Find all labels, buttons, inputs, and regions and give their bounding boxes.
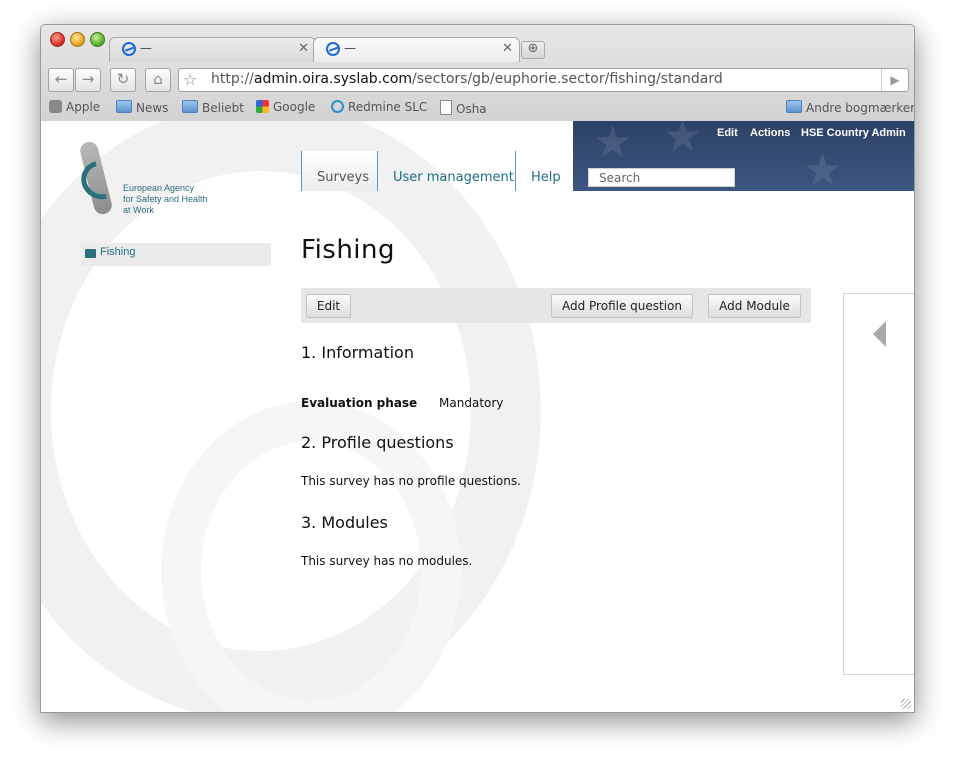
reload-button[interactable]: ↻: [110, 68, 136, 92]
home-icon: ⌂: [153, 70, 163, 88]
zoom-window-button[interactable]: [90, 32, 105, 47]
close-window-button[interactable]: [50, 32, 65, 47]
address-bar[interactable]: ☆ http://admin.oira.syslab.com/sectors/g…: [178, 68, 909, 92]
reload-icon: ↻: [116, 70, 130, 88]
forward-arrow-icon: →: [81, 70, 95, 88]
star-decoration: ★: [593, 121, 633, 168]
expand-panel-arrow-icon[interactable]: [873, 321, 886, 347]
folder-icon: [85, 249, 96, 258]
folder-icon: [786, 100, 802, 113]
bookmark-beliebt[interactable]: Beliebt: [182, 100, 244, 115]
folder-icon: [182, 100, 198, 113]
favicon-icon: [122, 42, 136, 56]
document-icon: [440, 100, 452, 115]
tab-surveys[interactable]: Surveys: [301, 151, 378, 191]
back-button[interactable]: ←: [48, 68, 74, 92]
add-profile-question-button[interactable]: Add Profile question: [551, 294, 693, 318]
modules-empty-text: This survey has no modules.: [301, 554, 473, 568]
tab-title: —: [344, 41, 356, 55]
section-modules-heading: 3. Modules: [301, 513, 388, 532]
edit-button[interactable]: Edit: [306, 294, 351, 318]
bookmark-redmine[interactable]: Redmine SLC: [331, 100, 427, 114]
url-text[interactable]: http://admin.oira.syslab.com/sectors/gb/…: [211, 71, 723, 87]
sidebar-item-fishing[interactable]: Fishing: [81, 243, 271, 266]
tab-close-icon[interactable]: ✕: [502, 41, 513, 56]
bookmark-apple[interactable]: Apple: [49, 100, 100, 114]
folder-icon: [116, 100, 132, 113]
section-profile-questions-heading: 2. Profile questions: [301, 433, 454, 452]
header-user-link[interactable]: HSE Country Admin: [801, 127, 906, 139]
action-toolbar: Edit Add Profile question Add Module: [301, 288, 811, 323]
tab-title: —: [140, 41, 152, 55]
forward-button[interactable]: →: [75, 68, 101, 92]
tab-user-management[interactable]: User management: [393, 151, 514, 191]
apple-icon: [49, 100, 62, 113]
bookmark-google[interactable]: Google: [256, 100, 315, 114]
bookmark-news[interactable]: News: [116, 100, 168, 115]
back-arrow-icon: ←: [54, 70, 68, 88]
header-actions-link[interactable]: Actions: [750, 127, 790, 139]
minimize-window-button[interactable]: [70, 32, 85, 47]
evaluation-phase-value: Mandatory: [439, 396, 504, 410]
home-button[interactable]: ⌂: [145, 68, 171, 92]
evaluation-phase-label: Evaluation phase: [301, 396, 418, 410]
search-input[interactable]: Search: [588, 168, 735, 187]
sidebar-item-label: Fishing: [100, 246, 136, 258]
evaluation-phase-row: Evaluation phase Mandatory: [301, 396, 503, 410]
profile-questions-empty-text: This survey has no profile questions.: [301, 474, 521, 488]
header-edit-link[interactable]: Edit: [717, 127, 738, 139]
bookmark-star-icon[interactable]: ☆: [183, 70, 197, 89]
google-icon: [256, 100, 269, 113]
browser-window: — ✕ — ✕ ⊕ ← → ↻ ⌂ ☆ http://admin.oira.sy…: [40, 24, 915, 713]
bookmark-other[interactable]: Andre bogmærker: [786, 100, 914, 115]
collapsed-side-panel: [843, 293, 914, 675]
tab-close-icon[interactable]: ✕: [298, 41, 309, 56]
browser-tab-2[interactable]: — ✕: [313, 37, 520, 62]
redmine-icon: [331, 100, 344, 113]
add-module-button[interactable]: Add Module: [708, 294, 801, 318]
tab-help[interactable]: Help: [531, 151, 561, 191]
browser-tab-1[interactable]: — ✕: [109, 37, 316, 62]
new-tab-button[interactable]: ⊕: [521, 41, 545, 59]
browser-chrome: — ✕ — ✕ ⊕ ← → ↻ ⌂ ☆ http://admin.oira.sy…: [41, 25, 914, 122]
star-decoration: ★: [803, 145, 843, 196]
section-information-heading: 1. Information: [301, 343, 414, 362]
favicon-icon: [326, 42, 340, 56]
web-page: European Agency for Safety and Health at…: [41, 121, 914, 712]
page-title: Fishing: [301, 235, 396, 265]
star-decoration: ★: [663, 121, 703, 162]
bookmark-osha[interactable]: Osha: [440, 100, 487, 116]
go-arrow-icon[interactable]: ▶: [881, 69, 908, 91]
window-resize-grip[interactable]: [901, 699, 911, 709]
agency-logo[interactable]: European Agency for Safety and Health at…: [74, 139, 209, 221]
logo-text: European Agency for Safety and Health at…: [123, 183, 208, 215]
nav-divider: [515, 151, 516, 191]
